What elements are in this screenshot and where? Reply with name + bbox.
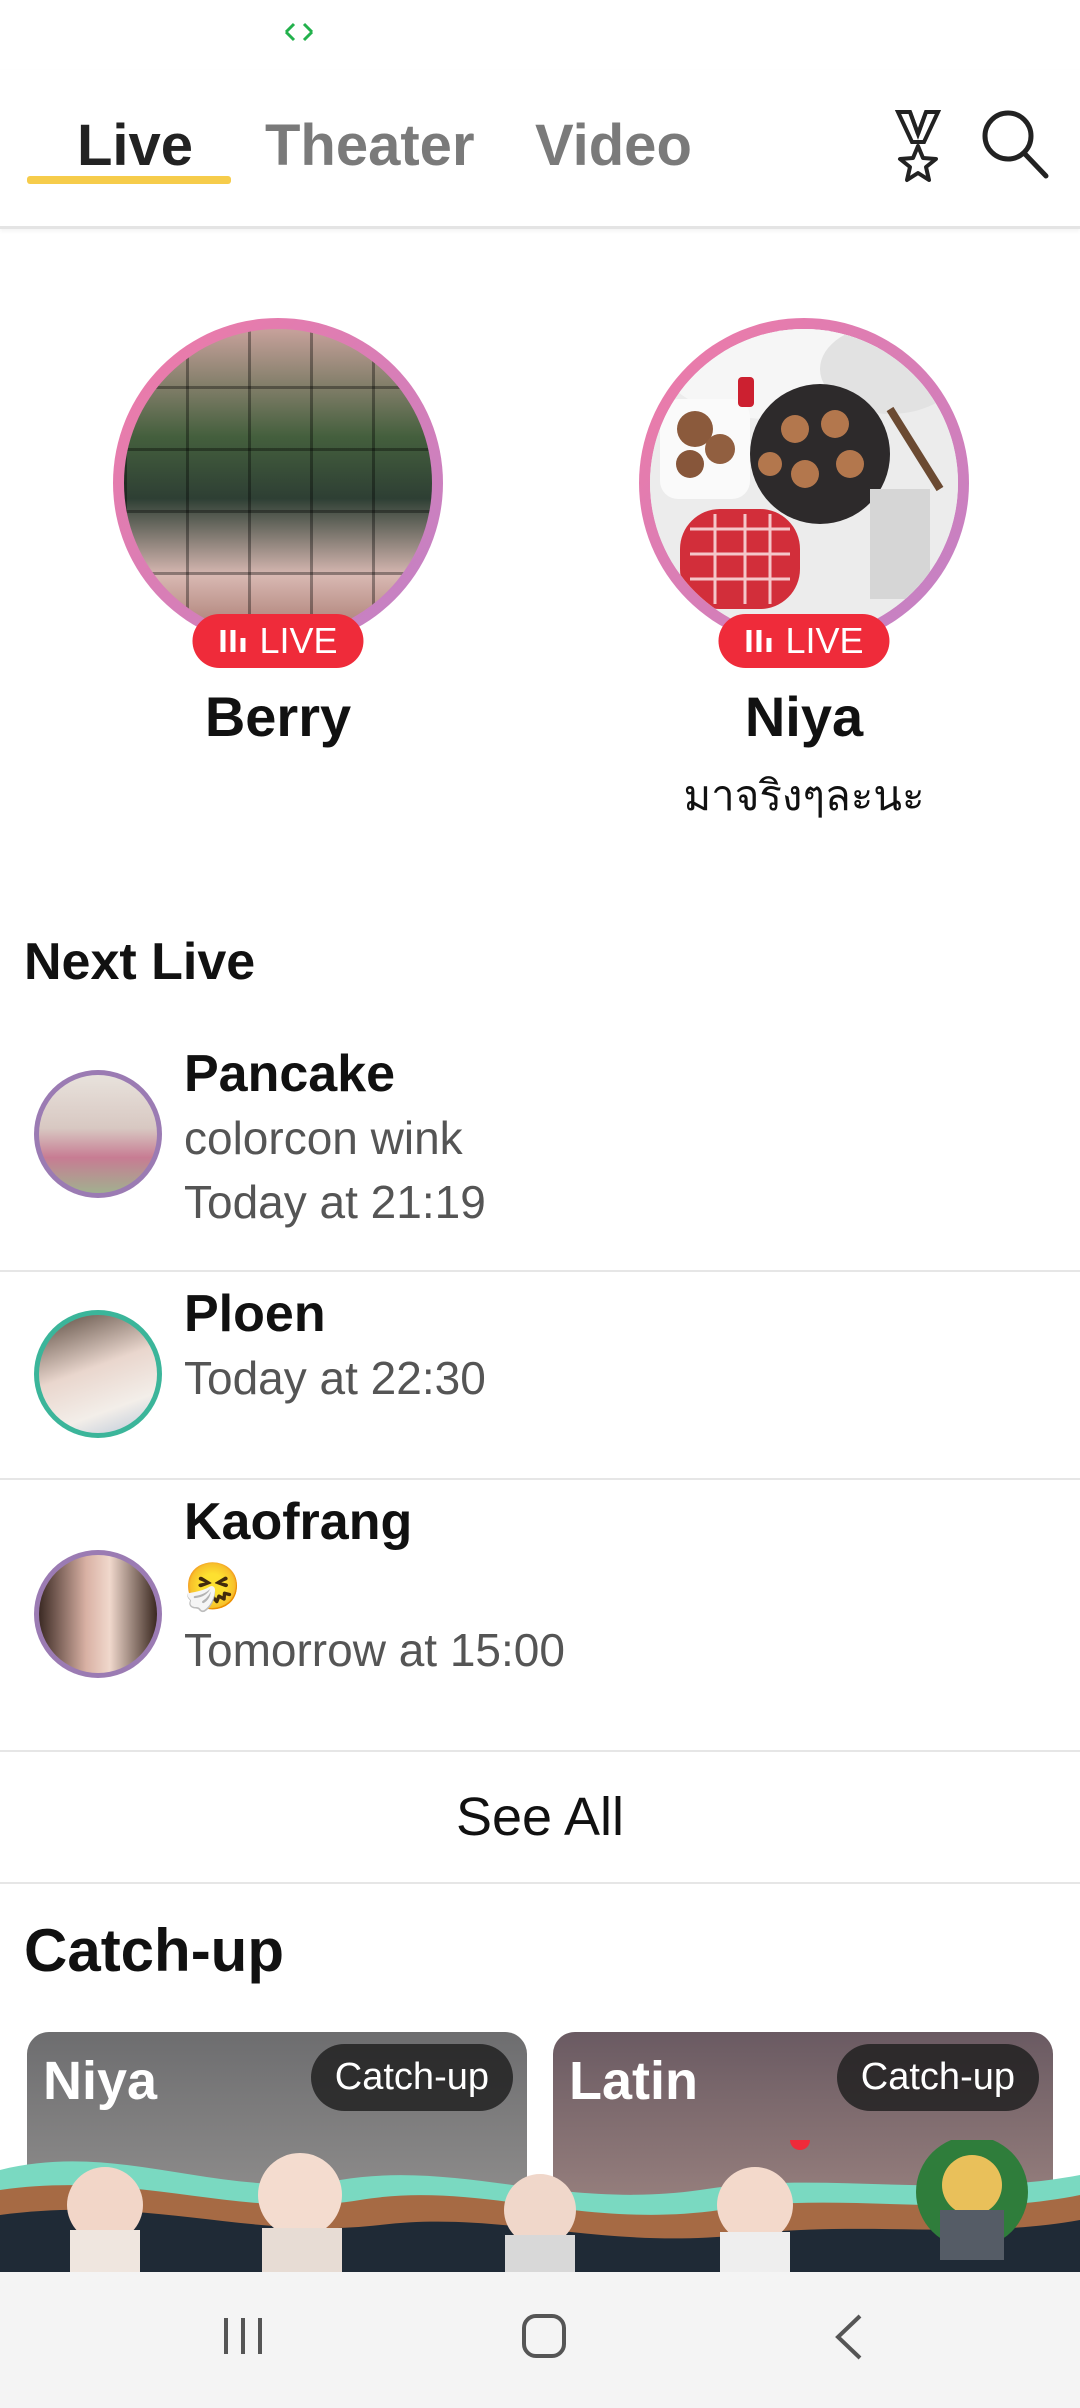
promo-banner[interactable] bbox=[0, 2140, 1080, 2272]
streamer-name: Pancake bbox=[184, 1045, 396, 1103]
live-signal-icon bbox=[220, 630, 246, 652]
live-streamer-name: Niya bbox=[744, 685, 864, 748]
avatar bbox=[34, 1310, 162, 1438]
cookies-photo bbox=[650, 329, 958, 637]
stream-time: Today at 22:30 bbox=[184, 1352, 486, 1404]
streamer-name: Kaofrang bbox=[184, 1493, 413, 1551]
live-streamer-name: Berry bbox=[204, 685, 352, 748]
search-icon bbox=[982, 110, 1049, 179]
live-signal-icon bbox=[746, 630, 772, 652]
catch-up-tag: Catch-up bbox=[310, 2044, 513, 2111]
system-nav-bar bbox=[0, 2272, 1080, 2408]
back-icon bbox=[835, 2314, 862, 2360]
back-button[interactable] bbox=[830, 2312, 870, 2367]
recents-icon bbox=[224, 2318, 262, 2354]
search-button[interactable] bbox=[980, 108, 1050, 185]
home-button[interactable] bbox=[520, 2312, 568, 2365]
avatar bbox=[34, 1550, 162, 1678]
next-live-heading: Next Live bbox=[24, 933, 256, 991]
stream-time: Today at 21:19 bbox=[184, 1176, 486, 1228]
tab-live[interactable]: Live bbox=[77, 112, 193, 179]
active-tab-indicator bbox=[27, 176, 231, 184]
medal-icon bbox=[894, 110, 942, 182]
live-thumbnail bbox=[650, 329, 958, 637]
list-item[interactable]: Kaofrang 🤧 Tomorrow at 15:00 bbox=[0, 1480, 1080, 1752]
home-icon bbox=[522, 2314, 566, 2358]
list-item[interactable]: Ploen Today at 22:30 bbox=[0, 1272, 1080, 1480]
stream-note: 🤧 bbox=[184, 1560, 242, 1612]
status-bar bbox=[0, 0, 1080, 70]
streamer-name: Ploen bbox=[184, 1285, 326, 1343]
sync-icon bbox=[284, 22, 314, 42]
stream-time: Tomorrow at 15:00 bbox=[184, 1624, 565, 1676]
catch-up-heading: Catch-up bbox=[24, 1917, 284, 1984]
avatar bbox=[34, 1070, 162, 1198]
live-card-berry[interactable]: LIVE Berry bbox=[108, 318, 448, 749]
live-card-niya[interactable]: LIVE Niya มาจริงๆละนะ bbox=[634, 318, 974, 829]
catch-up-name: Latin bbox=[569, 2051, 698, 2111]
live-stream-title: มาจริงๆละนะ bbox=[683, 772, 925, 819]
live-avatar-ring: LIVE bbox=[639, 318, 969, 668]
top-tab-bar: Live Theater Video bbox=[0, 70, 1080, 229]
stream-note: colorcon wink bbox=[184, 1112, 463, 1164]
catch-up-tag: Catch-up bbox=[836, 2044, 1039, 2111]
see-all-button[interactable]: See All bbox=[0, 1752, 1080, 1884]
live-badge: LIVE bbox=[192, 614, 364, 668]
catch-up-name: Niya bbox=[43, 2051, 158, 2111]
promo-banner-art bbox=[0, 2140, 1080, 2272]
recents-button[interactable] bbox=[220, 2312, 266, 2365]
tab-theater[interactable]: Theater bbox=[265, 112, 475, 179]
live-thumbnail bbox=[124, 329, 432, 637]
live-avatar-ring: LIVE bbox=[113, 318, 443, 668]
ranking-button[interactable] bbox=[890, 108, 946, 189]
tab-video[interactable]: Video bbox=[535, 112, 692, 179]
list-item[interactable]: Pancake colorcon wink Today at 21:19 bbox=[0, 1030, 1080, 1272]
live-badge: LIVE bbox=[718, 614, 890, 668]
